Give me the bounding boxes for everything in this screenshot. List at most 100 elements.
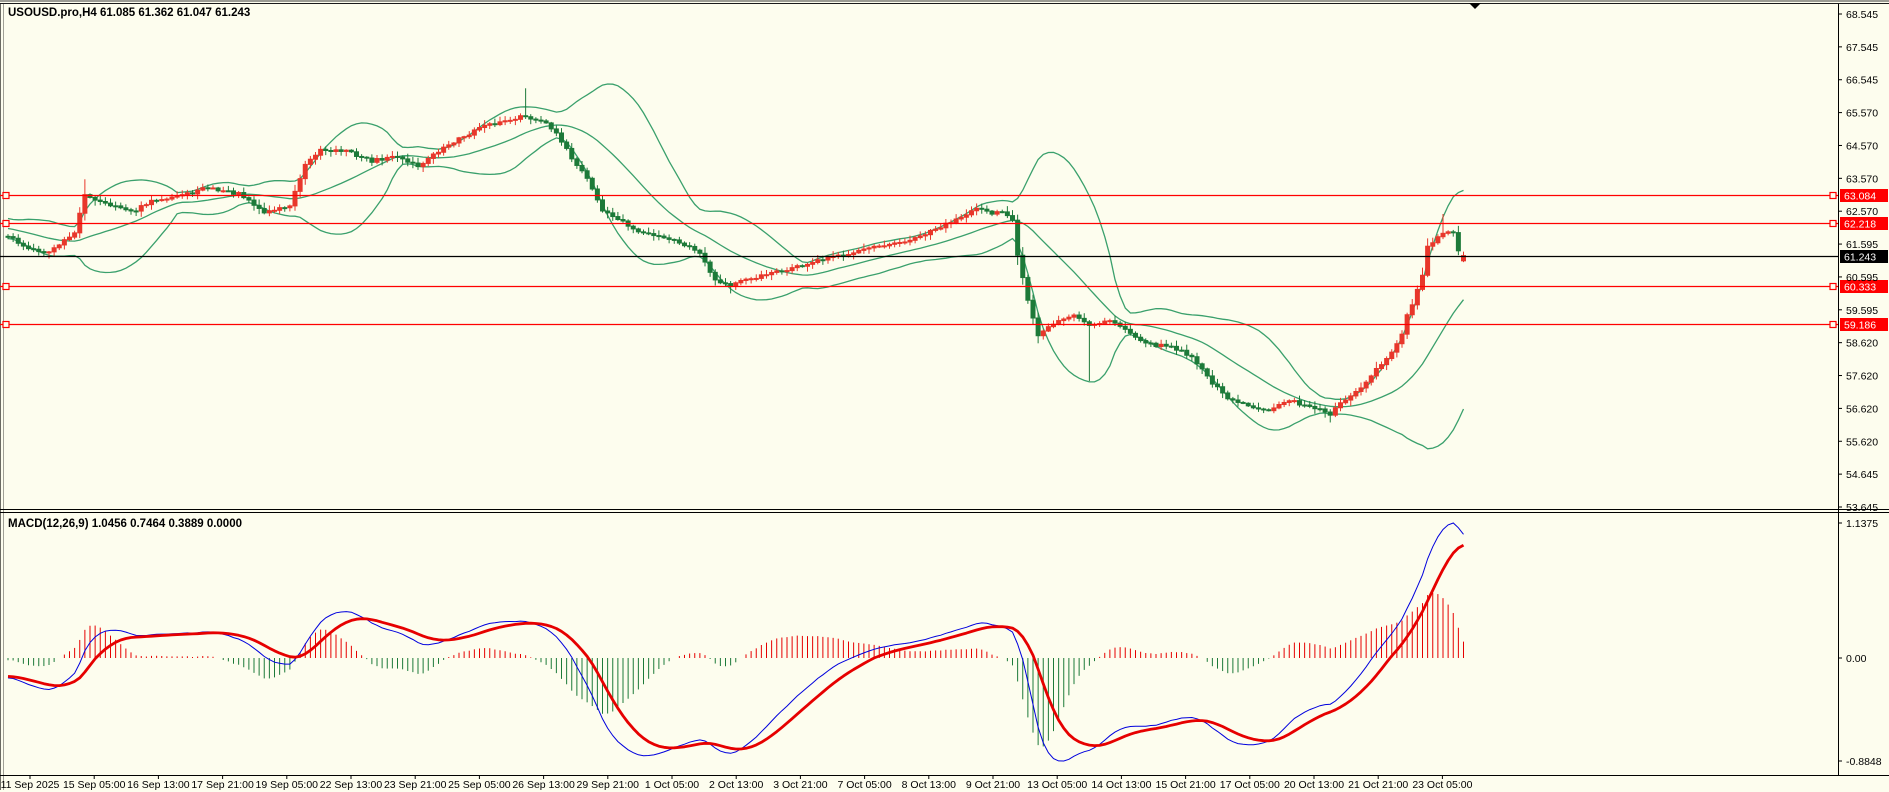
candle-body bbox=[554, 129, 558, 133]
candle-body bbox=[1144, 341, 1148, 343]
candle-body bbox=[1021, 255, 1025, 277]
time-tick-label: 22 Sep 13:00 bbox=[320, 779, 383, 791]
candle-body bbox=[119, 206, 123, 208]
candle-body bbox=[1190, 355, 1194, 356]
time-tick-label: 2 Oct 13:00 bbox=[709, 779, 763, 791]
candle-body bbox=[857, 250, 861, 252]
candle-body bbox=[206, 188, 210, 189]
line-drag-handle[interactable] bbox=[1830, 193, 1836, 199]
candle-body bbox=[652, 234, 656, 236]
candle-body bbox=[68, 237, 72, 240]
candle-body bbox=[1180, 350, 1184, 351]
candle-body bbox=[1267, 410, 1271, 411]
pane-separator-bottom[interactable] bbox=[0, 512, 1889, 513]
candle-body bbox=[1323, 409, 1327, 412]
candle-body bbox=[472, 130, 476, 135]
price-tick-label: 58.620 bbox=[1846, 338, 1878, 350]
candle-body bbox=[908, 240, 912, 242]
line-drag-handle[interactable] bbox=[3, 322, 9, 328]
candle-body bbox=[139, 206, 143, 211]
candle-body bbox=[1113, 321, 1117, 323]
candle-body bbox=[1149, 343, 1153, 344]
line-drag-handle[interactable] bbox=[3, 284, 9, 290]
time-tick-label: 11 Sep 2025 bbox=[1, 779, 60, 791]
candle-body bbox=[780, 271, 784, 272]
line-drag-handle[interactable] bbox=[1830, 221, 1836, 227]
candle-body bbox=[1128, 329, 1132, 333]
candle-body bbox=[431, 154, 435, 158]
candle-body bbox=[416, 163, 420, 167]
candle-body bbox=[616, 217, 620, 220]
line-drag-handle[interactable] bbox=[1830, 284, 1836, 290]
candle-body bbox=[1226, 393, 1230, 399]
candle-body bbox=[124, 208, 128, 210]
candle-body bbox=[519, 116, 523, 120]
candle-body bbox=[406, 159, 410, 162]
time-tick-label: 16 Sep 13:00 bbox=[127, 779, 190, 791]
price-tick-label: 57.620 bbox=[1846, 371, 1878, 383]
candle-body bbox=[1277, 405, 1281, 408]
candle-body bbox=[954, 219, 958, 223]
candle-body bbox=[1200, 364, 1204, 369]
candle-body bbox=[708, 262, 712, 272]
candle-body bbox=[349, 150, 353, 152]
candle-body bbox=[1210, 376, 1214, 384]
candle-body bbox=[1282, 402, 1286, 404]
candle-body bbox=[396, 156, 400, 157]
chart-canvas[interactable]: 63.08462.21861.24360.33359.186 68.54567.… bbox=[0, 0, 1889, 792]
candle-body bbox=[1441, 233, 1445, 236]
candle-body bbox=[888, 244, 892, 246]
candle-body bbox=[1426, 246, 1430, 275]
candle-body bbox=[1036, 318, 1040, 336]
candle-body bbox=[278, 208, 282, 211]
candle-body bbox=[478, 128, 482, 130]
candle-body bbox=[1041, 331, 1045, 336]
candle-body bbox=[867, 248, 871, 249]
candle-body bbox=[1369, 376, 1373, 382]
line-drag-handle[interactable] bbox=[3, 221, 9, 227]
candle-body bbox=[1436, 237, 1440, 243]
candle-body bbox=[995, 212, 999, 214]
macd-label: MACD(12,26,9) 1.0456 0.7464 0.3889 0.000… bbox=[8, 518, 242, 530]
candle-body bbox=[929, 230, 933, 234]
candle-body bbox=[657, 236, 661, 237]
time-axis-line bbox=[0, 775, 1889, 776]
line-drag-handle[interactable] bbox=[3, 193, 9, 199]
chart-background bbox=[0, 0, 1889, 792]
candle-body bbox=[1421, 275, 1425, 289]
candle-body bbox=[1349, 396, 1353, 400]
candle-body bbox=[237, 193, 241, 195]
candle-body bbox=[585, 171, 589, 179]
line-drag-handle[interactable] bbox=[1830, 322, 1836, 328]
candle-body bbox=[570, 148, 574, 158]
pane-separator-top[interactable] bbox=[0, 509, 1889, 510]
candle-body bbox=[442, 147, 446, 152]
candle-body bbox=[1385, 359, 1389, 365]
candle-body bbox=[1292, 401, 1296, 402]
price-tag: 63.084 bbox=[1840, 189, 1888, 203]
candle-body bbox=[964, 215, 968, 217]
candle-body bbox=[631, 226, 635, 229]
candle-body bbox=[893, 243, 897, 244]
candle-body bbox=[144, 205, 148, 206]
price-tick-label: 56.620 bbox=[1846, 403, 1878, 415]
candle-body bbox=[185, 193, 189, 195]
candle-body bbox=[150, 200, 154, 204]
candle-body bbox=[211, 188, 215, 189]
candle-body bbox=[606, 211, 610, 213]
candle-body bbox=[221, 191, 225, 192]
time-tick-label: 29 Sep 21:00 bbox=[577, 779, 640, 791]
candle-body bbox=[754, 278, 758, 279]
time-tick-label: 9 Oct 21:00 bbox=[966, 779, 1020, 791]
candle-body bbox=[437, 152, 441, 154]
candle-body bbox=[1451, 232, 1455, 233]
price-axis-line bbox=[1838, 4, 1839, 775]
candle-body bbox=[1313, 406, 1317, 408]
price-tag: 59.186 bbox=[1840, 318, 1888, 332]
candle-body bbox=[1016, 220, 1020, 255]
candle-body bbox=[985, 209, 989, 211]
candle-body bbox=[298, 179, 302, 192]
candle-body bbox=[1082, 318, 1086, 321]
candle-body bbox=[129, 210, 133, 211]
candle-body bbox=[1000, 212, 1004, 213]
